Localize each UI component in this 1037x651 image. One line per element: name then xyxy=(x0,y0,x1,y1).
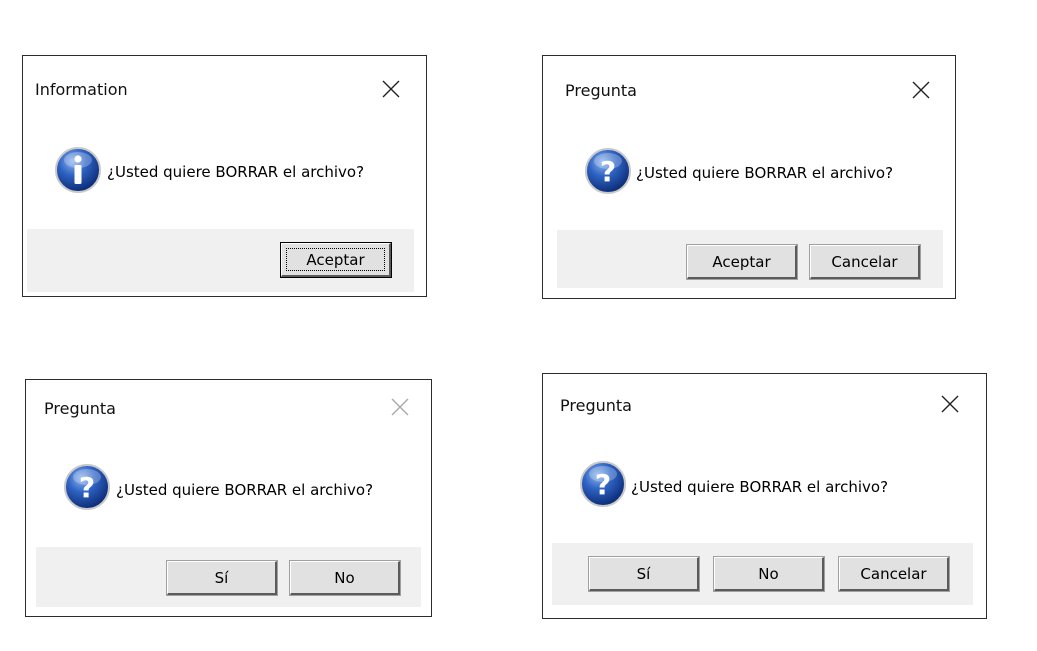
question-icon: ? xyxy=(63,463,111,511)
no-button[interactable]: No xyxy=(714,557,824,591)
svg-text:?: ? xyxy=(595,468,611,501)
no-button[interactable]: No xyxy=(290,561,400,595)
yes-button[interactable]: Sí xyxy=(167,561,277,595)
cancel-button[interactable]: Cancelar xyxy=(810,245,920,279)
dialog-message: ¿Usted quiere BORRAR el archivo? xyxy=(636,164,894,182)
close-icon[interactable] xyxy=(940,394,960,414)
info-icon xyxy=(54,146,102,194)
dialog-title: Pregunta xyxy=(44,399,116,418)
dialog-title: Pregunta xyxy=(560,396,632,415)
question-icon: ? xyxy=(579,460,627,508)
close-icon[interactable] xyxy=(911,80,931,100)
ok-button[interactable]: Aceptar xyxy=(687,245,797,279)
svg-text:?: ? xyxy=(600,155,616,188)
dialog-title: Pregunta xyxy=(565,81,637,100)
button-bar: Sí No Cancelar xyxy=(552,543,973,605)
dialog-message: ¿Usted quiere BORRAR el archivo? xyxy=(107,163,365,181)
question-icon: ? xyxy=(584,147,632,195)
yes-button[interactable]: Sí xyxy=(589,557,699,591)
dialog-message: ¿Usted quiere BORRAR el archivo? xyxy=(631,478,889,496)
dialog-question-yes-no-cancel: Pregunta ? ¿Usted quiere BORRAR el archi… xyxy=(542,373,987,619)
ok-button[interactable]: Aceptar xyxy=(281,243,391,277)
dialog-information: Information ¿Usted quiere BORRAR el arch… xyxy=(22,55,427,297)
dialog-message: ¿Usted quiere BORRAR el archivo? xyxy=(116,481,374,499)
dialog-question-ok-cancel: Pregunta ? ¿Usted quiere BORRAR el archi… xyxy=(542,55,956,299)
dialog-title: Information xyxy=(35,80,128,99)
button-bar: Sí No xyxy=(36,547,421,607)
cancel-button[interactable]: Cancelar xyxy=(839,557,949,591)
button-bar: Aceptar Cancelar xyxy=(557,230,943,288)
close-icon xyxy=(390,397,410,417)
dialog-question-yes-no: Pregunta ? ¿Usted quiere BORRAR el archi… xyxy=(25,379,432,617)
close-icon[interactable] xyxy=(381,79,401,99)
button-bar: Aceptar xyxy=(27,229,414,292)
svg-text:?: ? xyxy=(79,471,95,504)
